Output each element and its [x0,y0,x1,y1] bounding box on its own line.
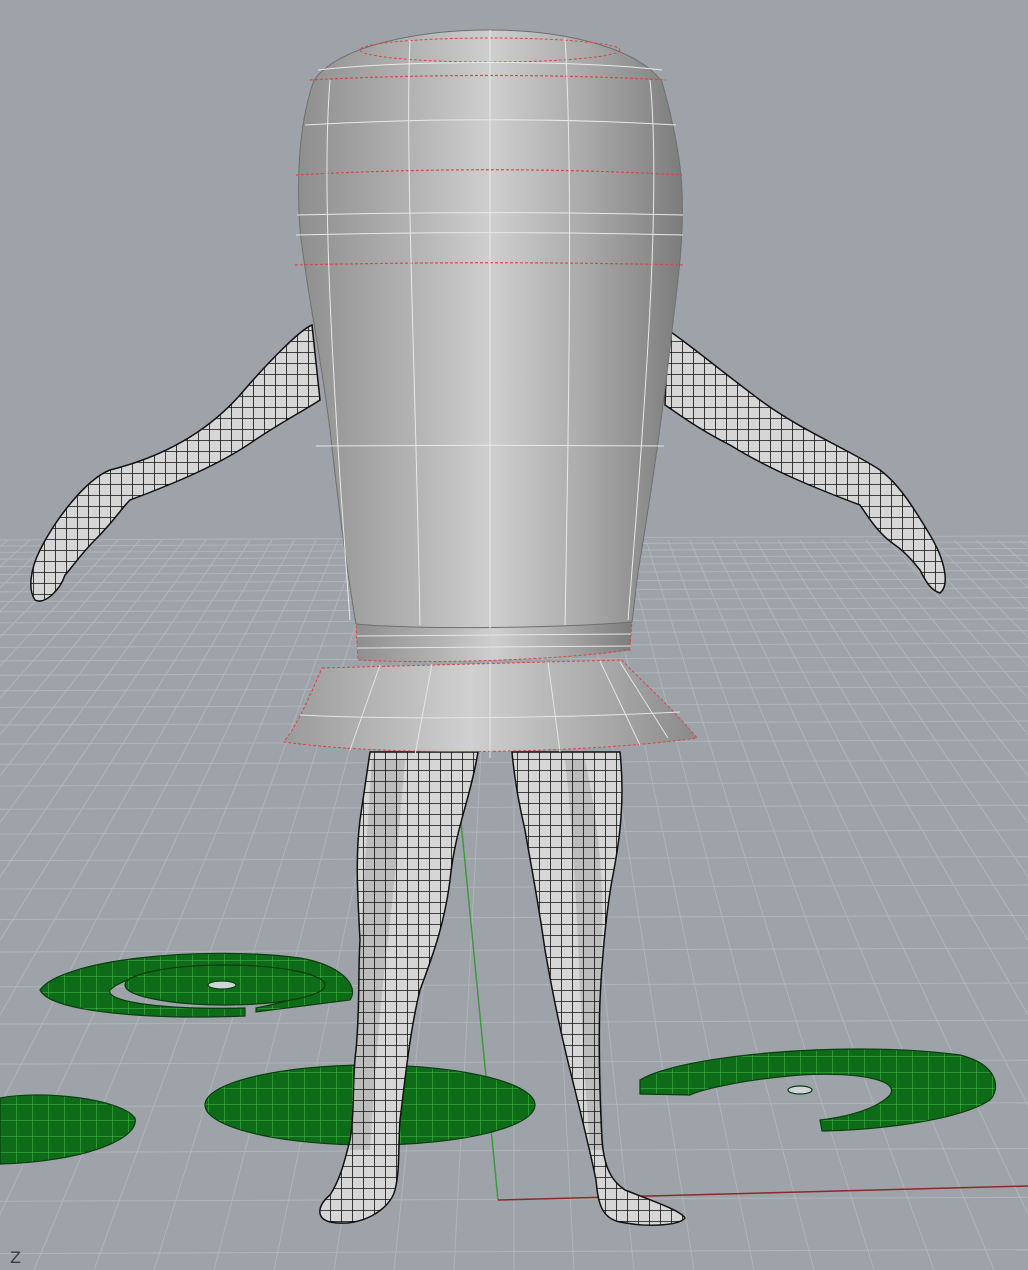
grid-line [887,539,1028,699]
grid-line [909,539,1028,667]
grid-line [689,539,995,1270]
grid-line [777,539,1028,942]
grid-line [93,539,361,1270]
grid-line [975,539,1028,589]
left-arm-mesh[interactable] [30,323,321,602]
right-arm-mesh[interactable] [664,328,946,594]
grid-line [711,539,1028,1216]
grid-line [645,539,875,1270]
skirt-flare[interactable] [283,659,698,758]
grid-line [667,539,935,1270]
grid-line [821,539,1028,824]
grid-line [799,539,1028,878]
grid-line [931,539,1028,638]
grid-line [755,539,1028,1017]
green-disc-1[interactable] [39,952,354,1018]
grid-line [843,539,1028,777]
scene-canvas[interactable] [0,0,1028,1270]
axis-label: Z [10,1248,21,1267]
grid-line [33,539,339,1270]
grid-line [623,539,815,1270]
grid-line [1019,539,1028,548]
torso-shell[interactable] [294,29,684,629]
3d-viewport[interactable]: Z [0,0,1028,1270]
grid-line [865,539,1028,736]
grid-line [733,539,1028,1106]
green-disc-2[interactable] [0,1094,136,1165]
